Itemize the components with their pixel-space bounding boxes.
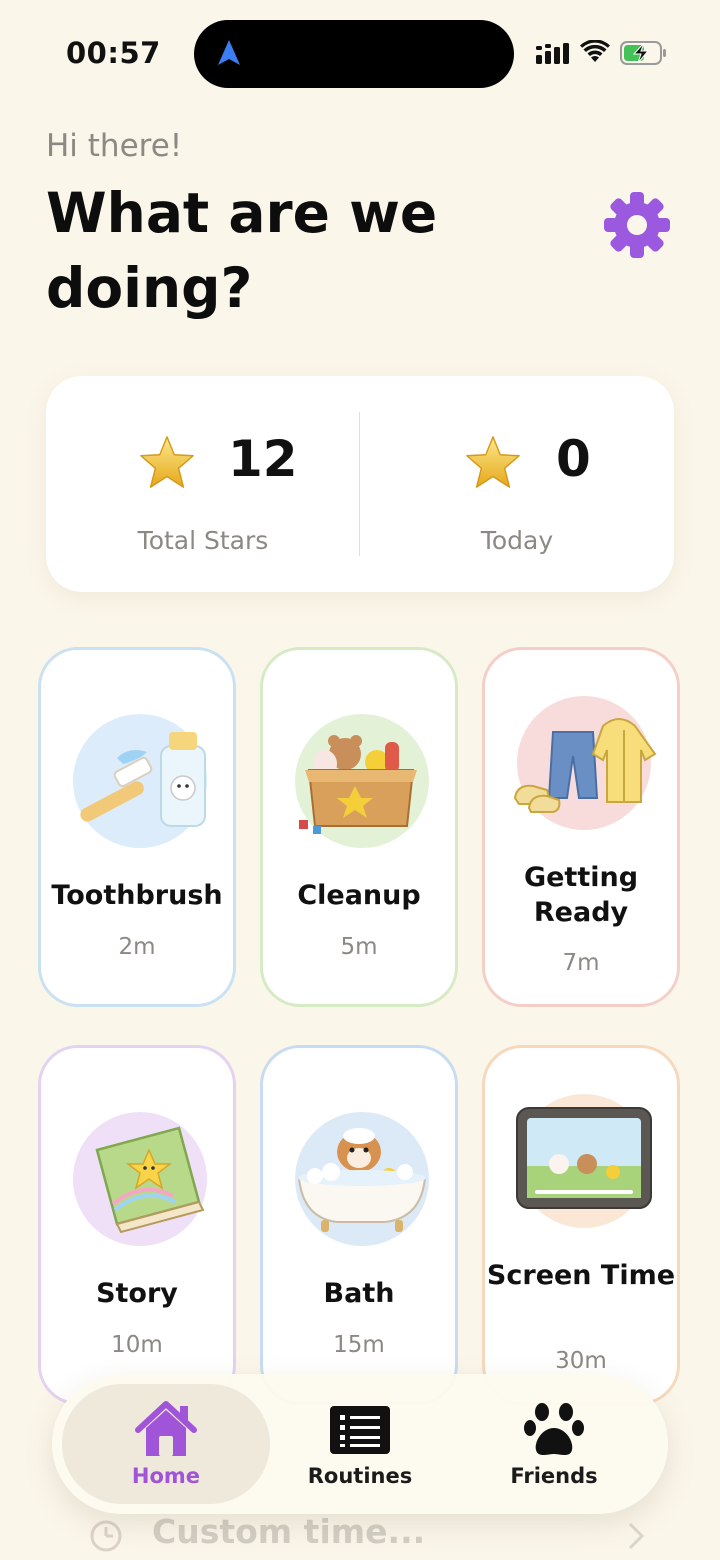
tab-home[interactable]: Home [62, 1384, 270, 1504]
toy-box-icon [299, 735, 417, 834]
tab-routines[interactable]: Routines [256, 1384, 464, 1504]
storybook-icon [95, 1126, 205, 1234]
routine-duration: 2m [118, 934, 156, 960]
total-stars-value: 12 [228, 430, 298, 488]
list-icon [330, 1406, 390, 1454]
today-stars-value: 0 [556, 430, 591, 488]
routine-title: Cleanup [297, 880, 421, 911]
battery-charging-icon [620, 41, 666, 65]
clothes-icon [513, 718, 657, 813]
toothbrush-icon [80, 732, 206, 827]
home-icon [135, 1401, 197, 1456]
gear-icon [604, 192, 670, 258]
routine-duration: 7m [562, 950, 600, 976]
tablet-icon [516, 1107, 652, 1209]
routine-title: Bath [323, 1278, 395, 1309]
star-icon [140, 436, 194, 488]
star-icon [466, 436, 520, 488]
bottom-nav: Home Routines Friends [52, 1374, 668, 1514]
custom-time-row[interactable]: Custom time... [86, 1512, 676, 1560]
today-stars-label: Today [480, 526, 554, 555]
routine-title: Story [96, 1278, 178, 1309]
routine-duration: 15m [333, 1332, 385, 1358]
settings-button[interactable] [603, 191, 671, 259]
routine-title: Getting Ready [523, 862, 639, 928]
status-bar: 00:57 [0, 0, 720, 100]
chevron-right-icon [628, 1522, 645, 1550]
cellular-signal-icon [536, 43, 569, 64]
routine-card-screen-time[interactable]: Screen Time 30m [482, 1045, 680, 1405]
custom-time-label: Custom time... [152, 1512, 426, 1551]
tab-label: Friends [510, 1464, 598, 1488]
tab-label: Routines [307, 1464, 413, 1488]
routine-card-bath[interactable]: Bath 15m [260, 1045, 458, 1405]
routine-card-toothbrush[interactable]: Toothbrush 2m [38, 647, 236, 1007]
total-stars-label: Total Stars [137, 526, 269, 555]
alarm-clock-icon [90, 1520, 122, 1552]
routine-card-cleanup[interactable]: Cleanup 5m [260, 647, 458, 1007]
routine-duration: 10m [111, 1332, 163, 1358]
routine-card-getting-ready[interactable]: Getting Ready 7m [482, 647, 680, 1007]
paw-icon [524, 1403, 584, 1455]
page-title: What are we doing? [46, 181, 438, 320]
routine-duration: 30m [555, 1348, 607, 1374]
routine-title: Screen Time [486, 1260, 676, 1291]
tab-label: Home [131, 1464, 201, 1488]
tab-friends[interactable]: Friends [450, 1384, 658, 1504]
status-time: 00:57 [66, 36, 161, 70]
today-stars-stat: 0 Today [360, 376, 674, 592]
total-stars-stat: 12 Total Stars [46, 376, 360, 592]
routine-title: Toothbrush [51, 880, 223, 911]
wifi-icon [580, 40, 610, 62]
navigation-arrow-icon [218, 40, 240, 65]
routine-duration: 5m [340, 934, 378, 960]
stars-summary-card: 12 Total Stars 0 Today [46, 376, 674, 592]
bathtub-puppy-icon [297, 1128, 427, 1232]
greeting-text: Hi there! [46, 128, 183, 164]
routine-card-story[interactable]: Story 10m [38, 1045, 236, 1405]
